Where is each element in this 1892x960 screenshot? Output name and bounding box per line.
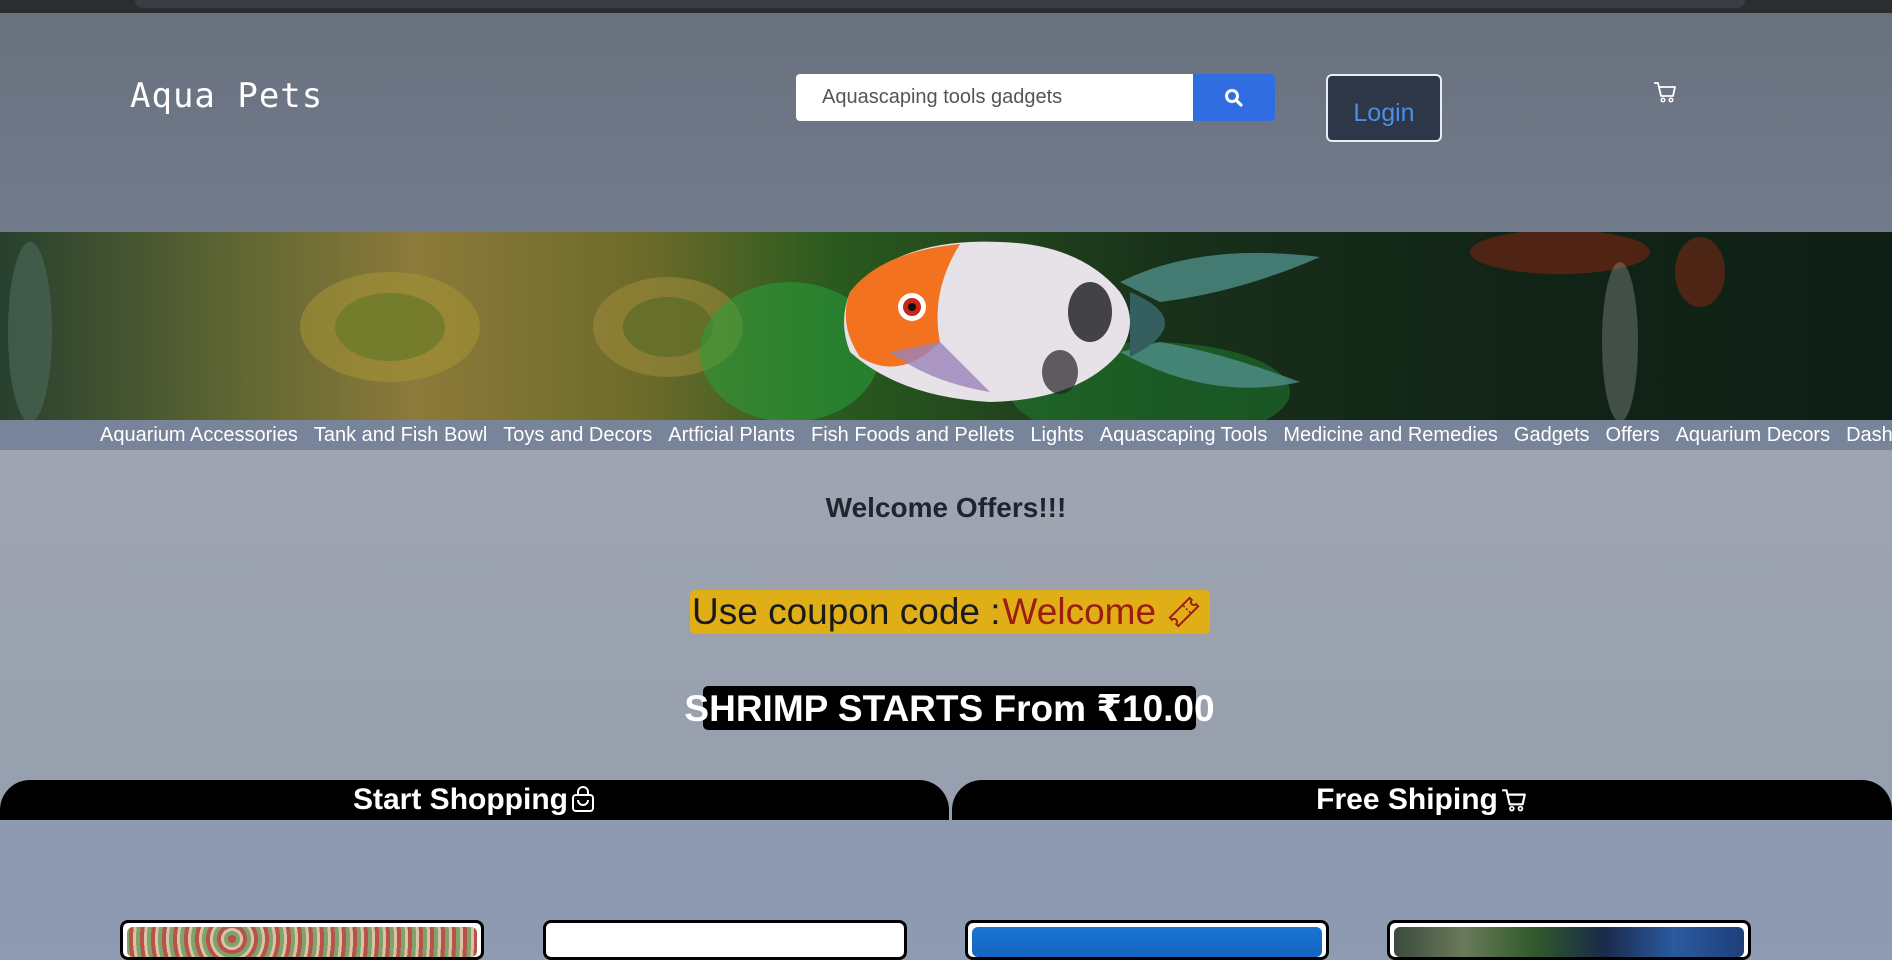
browser-tab-strip: [0, 0, 1892, 13]
offers-title: Welcome Offers!!!: [825, 492, 1067, 523]
nav-link-aquarium-accessories[interactable]: Aquarium Accessories: [100, 424, 298, 447]
nav-link-fish-foods[interactable]: Fish Foods and Pellets: [811, 424, 1014, 447]
product-image: [550, 927, 900, 957]
shrimp-price-banner: SHRIMP STARTS From ₹10.00: [684, 686, 1215, 730]
product-card[interactable]: [1387, 920, 1751, 960]
start-shopping-button[interactable]: Start Shopping: [0, 780, 949, 820]
search-button[interactable]: [1193, 74, 1275, 121]
start-shopping-label: Start Shopping: [353, 783, 568, 816]
product-card[interactable]: [120, 920, 484, 960]
cart-icon: [1501, 789, 1526, 812]
browser-address-bar[interactable]: [135, 0, 1745, 8]
free-shipping-label: Free Shiping: [1316, 783, 1498, 816]
product-card[interactable]: [543, 920, 907, 960]
product-card[interactable]: [965, 920, 1329, 960]
search-icon: [1225, 88, 1243, 107]
coupon-prefix: Use coupon code :: [692, 591, 1001, 632]
nav-link-dashboard[interactable]: Dashboard: [1846, 424, 1892, 447]
banner-fish-image: [8, 232, 1725, 420]
nav-link-offers[interactable]: Offers: [1606, 424, 1660, 447]
site-header: Aqua Pets Login: [0, 13, 1892, 232]
nav-link-toys-and-decors[interactable]: Toys and Decors: [503, 424, 652, 447]
nav-link-lights[interactable]: Lights: [1030, 424, 1083, 447]
product-grid: [0, 820, 1892, 960]
free-shipping-button[interactable]: Free Shiping: [952, 780, 1892, 820]
nav-link-tank-and-fish-bowl[interactable]: Tank and Fish Bowl: [314, 424, 487, 447]
offers-section: Welcome Offers!!! Use coupon code : Welc…: [0, 450, 1892, 820]
nav-link-artificial-plants[interactable]: Artficial Plants: [668, 424, 795, 447]
product-image: [1394, 927, 1744, 957]
login-button[interactable]: Login: [1326, 74, 1442, 142]
coupon-banner: Use coupon code : Welcome: [690, 590, 1210, 634]
product-image: [972, 927, 1322, 957]
ticket-icon: [1166, 594, 1202, 630]
nav-link-gadgets[interactable]: Gadgets: [1514, 424, 1590, 447]
brand-logo[interactable]: Aqua Pets: [130, 76, 323, 116]
cart-button[interactable]: [1652, 79, 1678, 105]
coupon-code: Welcome: [1002, 591, 1157, 632]
hero-banner: [0, 232, 1892, 420]
nav-link-aquarium-decors[interactable]: Aquarium Decors: [1676, 424, 1831, 447]
cart-icon: [1654, 82, 1676, 103]
product-image: [127, 927, 477, 957]
category-nav: Aquarium Accessories Tank and Fish Bowl …: [0, 420, 1892, 450]
nav-link-aquascaping-tools[interactable]: Aquascaping Tools: [1100, 424, 1268, 447]
nav-link-medicine[interactable]: Medicine and Remedies: [1283, 424, 1498, 447]
search-input[interactable]: [796, 74, 1193, 121]
shopping-bag-icon: [571, 786, 594, 812]
